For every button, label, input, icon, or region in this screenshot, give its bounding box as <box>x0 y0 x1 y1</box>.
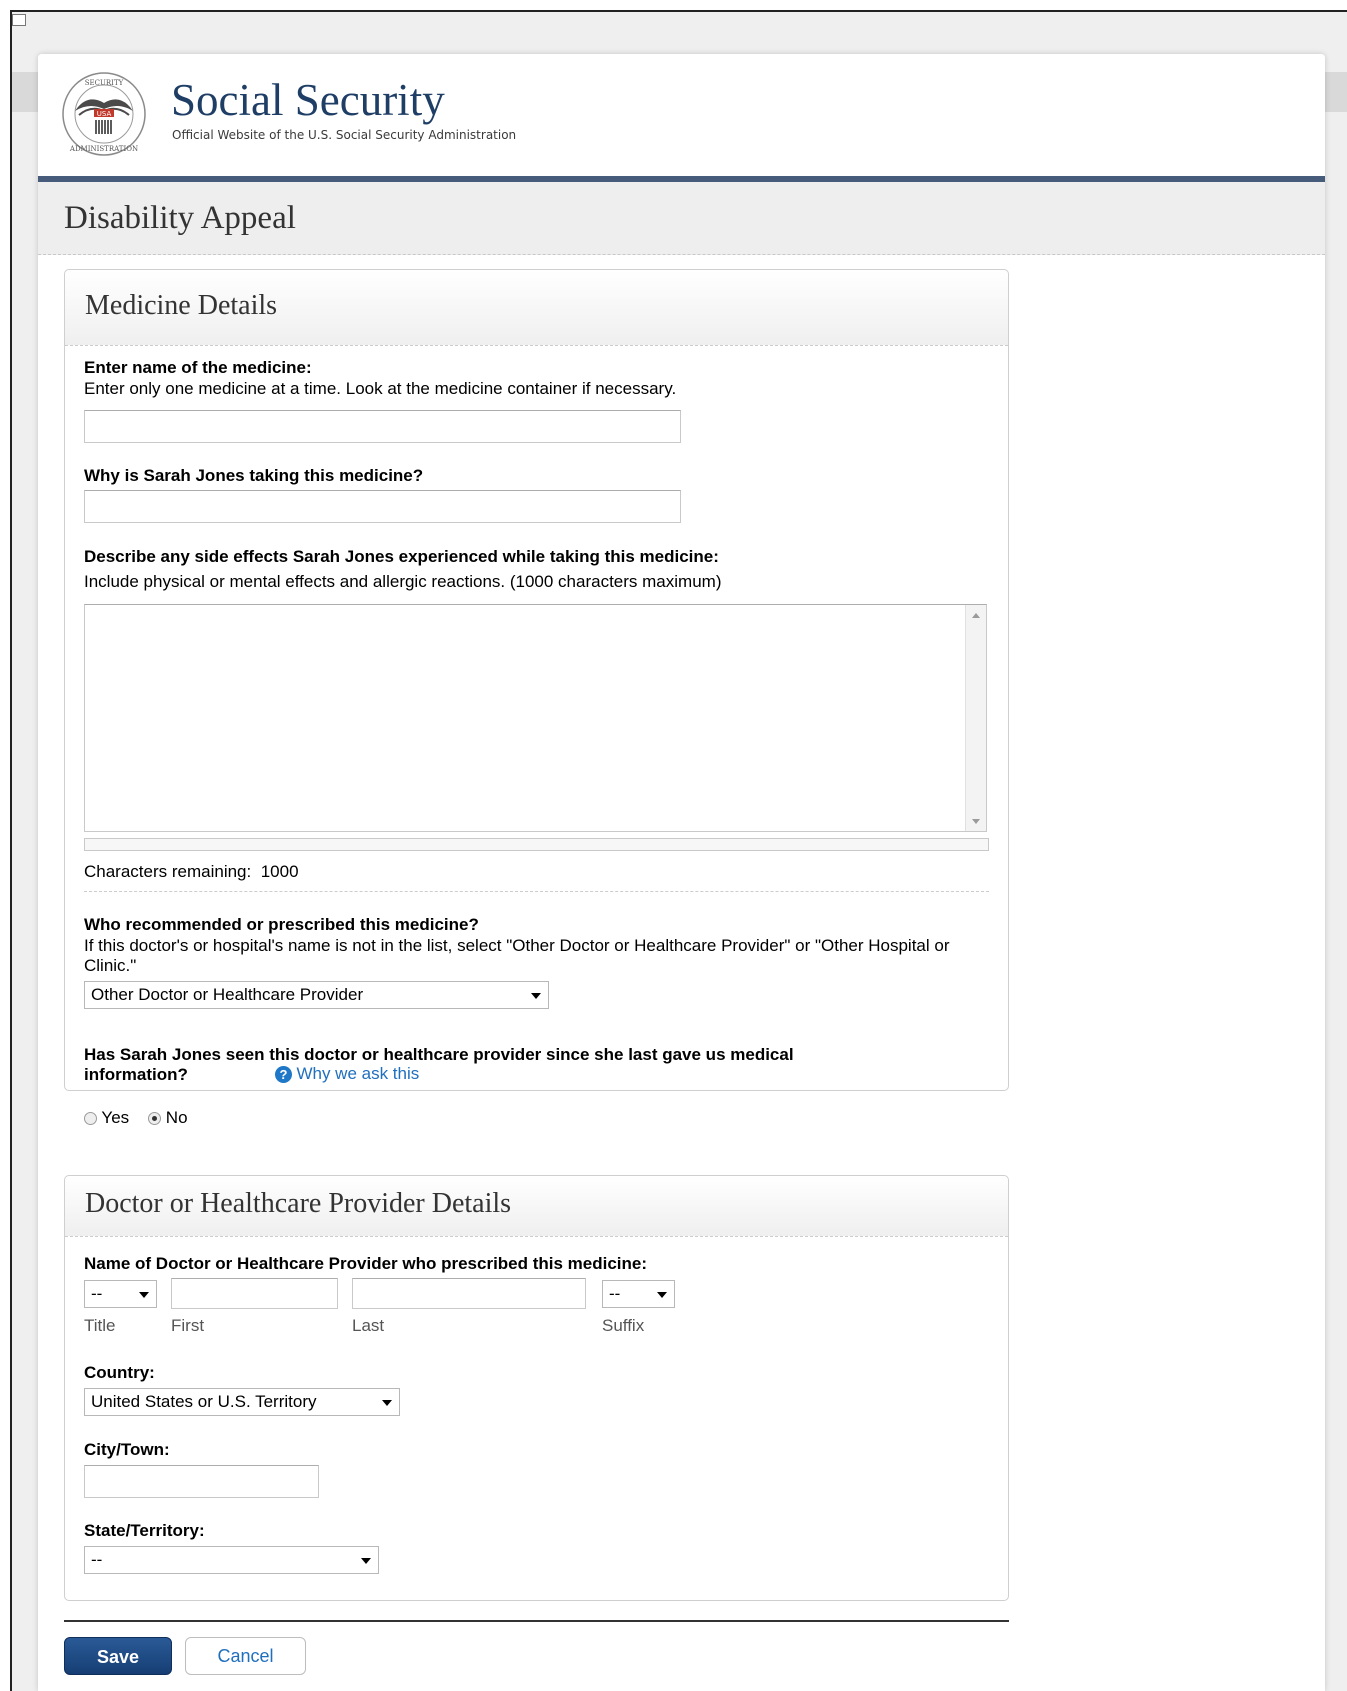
section-divider <box>84 891 989 892</box>
medicine-name-label: Enter name of the medicine: <box>84 358 312 377</box>
window-corner-icon <box>12 14 26 26</box>
brand-subtitle: Official Website of the U.S. Social Secu… <box>172 128 517 142</box>
chevron-down-icon <box>361 1558 371 1564</box>
page-title: Disability Appeal <box>64 200 296 236</box>
panel-header: Medicine Details <box>65 270 1008 346</box>
side-effects-textarea[interactable] <box>84 604 987 832</box>
radio-yes-label[interactable]: Yes <box>101 1108 129 1127</box>
why-we-ask-text[interactable]: Why we ask this <box>296 1064 419 1083</box>
title-caption: Title <box>84 1316 116 1335</box>
svg-text:SECURITY: SECURITY <box>85 79 124 87</box>
scroll-down-icon[interactable] <box>972 819 980 824</box>
prescriber-selected-value: Other Doctor or Healthcare Provider <box>91 985 364 1004</box>
panel-header: Doctor or Healthcare Provider Details <box>65 1176 1008 1237</box>
panel-title: Doctor or Healthcare Provider Details <box>85 1188 512 1219</box>
svg-text:ADMINISTRATION: ADMINISTRATION <box>69 145 138 153</box>
characters-progress-bar <box>84 838 989 851</box>
doctor-details-panel: Doctor or Healthcare Provider Details Na… <box>64 1175 1009 1601</box>
scroll-up-icon[interactable] <box>972 613 980 618</box>
characters-remaining-value: 1000 <box>260 862 299 881</box>
city-label: City/Town: <box>84 1440 170 1459</box>
radio-no-label[interactable]: No <box>166 1108 188 1127</box>
characters-remaining: Characters remaining: 1000 <box>84 862 299 882</box>
last-caption: Last <box>352 1316 385 1335</box>
state-selected-value: -- <box>91 1550 103 1569</box>
last-name-input[interactable] <box>352 1278 586 1309</box>
help-icon[interactable]: ? <box>275 1066 292 1084</box>
radio-yes[interactable] <box>84 1112 97 1126</box>
page-title-bar: Disability Appeal <box>38 182 1325 255</box>
seen-doctor-question-line2: information? <box>84 1065 188 1084</box>
why-we-ask-link[interactable]: ? Why we ask this <box>275 1064 419 1084</box>
suffix-select[interactable]: -- <box>602 1280 675 1308</box>
chevron-down-icon <box>531 993 541 999</box>
country-label: Country: <box>84 1363 155 1382</box>
medicine-details-panel: Medicine Details Enter name of the medic… <box>64 269 1009 1127</box>
side-effects-hint: Include physical or mental effects and a… <box>84 572 722 591</box>
svg-text:USA: USA <box>97 110 112 118</box>
prescriber-hint: If this doctor's or hospital's name is n… <box>84 936 950 975</box>
seen-doctor-radio-group: Yes No <box>84 1108 188 1128</box>
seen-doctor-question-line1: Has Sarah Jones seen this doctor or heal… <box>84 1045 794 1064</box>
site-header: USA SECURITY ADMINISTRATION Social Secur… <box>38 54 1325 176</box>
page-container: USA SECURITY ADMINISTRATION Social Secur… <box>38 54 1325 1691</box>
brand-title[interactable]: Social Security <box>171 76 445 124</box>
chevron-down-icon <box>657 1292 667 1298</box>
state-label: State/Territory: <box>84 1521 205 1540</box>
medicine-name-hint: Enter only one medicine at a time. Look … <box>84 379 677 398</box>
characters-remaining-label: Characters remaining: <box>84 862 252 881</box>
suffix-selected-value: -- <box>609 1284 621 1303</box>
suffix-caption: Suffix <box>602 1316 645 1335</box>
title-selected-value: -- <box>91 1284 103 1303</box>
country-selected-value: United States or U.S. Territory <box>91 1392 317 1411</box>
state-select[interactable]: -- <box>84 1546 379 1574</box>
form-footer-rule <box>64 1620 1009 1622</box>
city-input[interactable] <box>84 1465 319 1498</box>
chevron-down-icon <box>382 1400 392 1406</box>
cancel-button[interactable]: Cancel <box>185 1637 306 1675</box>
doctor-name-label: Name of Doctor or Healthcare Provider wh… <box>84 1254 648 1273</box>
radio-no[interactable] <box>148 1112 162 1126</box>
why-taking-input[interactable] <box>84 490 681 523</box>
save-button[interactable]: Save <box>64 1637 172 1675</box>
why-taking-label: Why is Sarah Jones taking this medicine? <box>84 466 424 485</box>
textarea-scrollbar[interactable] <box>965 605 986 831</box>
country-select[interactable]: United States or U.S. Territory <box>84 1388 400 1416</box>
first-caption: First <box>171 1316 205 1335</box>
panel-title: Medicine Details <box>85 290 278 321</box>
ssa-seal-icon: USA SECURITY ADMINISTRATION <box>62 72 146 156</box>
prescriber-select[interactable]: Other Doctor or Healthcare Provider <box>84 981 549 1009</box>
seen-doctor-question: Has Sarah Jones seen this doctor or heal… <box>84 1045 794 1085</box>
chevron-down-icon <box>139 1292 149 1298</box>
first-name-input[interactable] <box>171 1278 338 1309</box>
prescriber-label: Who recommended or prescribed this medic… <box>84 915 479 934</box>
title-select[interactable]: -- <box>84 1280 157 1308</box>
side-effects-label: Describe any side effects Sarah Jones ex… <box>84 547 719 566</box>
medicine-name-input[interactable] <box>84 410 681 443</box>
